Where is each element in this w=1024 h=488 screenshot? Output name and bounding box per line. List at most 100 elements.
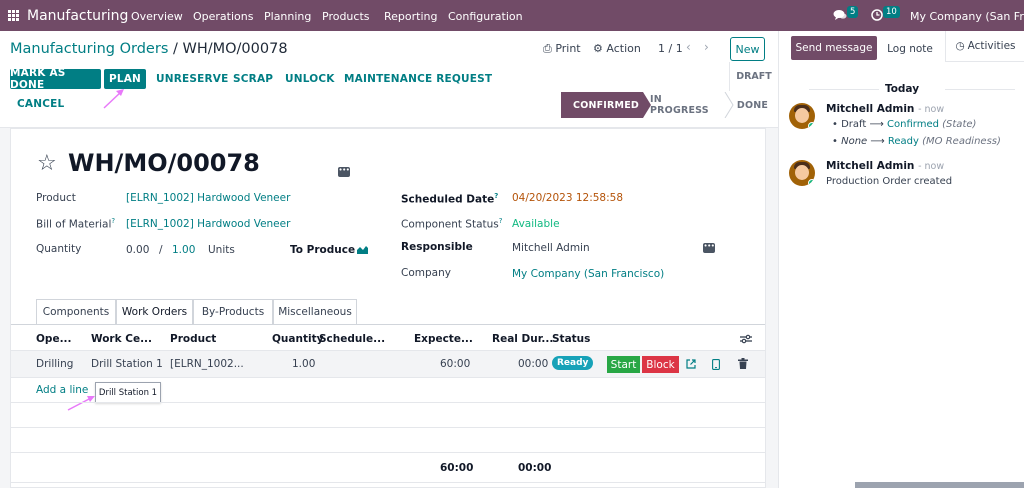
- company-switcher[interactable]: My Company (San Franc: [910, 10, 1024, 23]
- quantity-produced[interactable]: 0.00: [126, 244, 149, 256]
- chat-icon[interactable]: •••: [703, 243, 715, 253]
- gear-icon: ⚙: [593, 42, 603, 55]
- status-done[interactable]: DONE: [735, 92, 770, 118]
- row-operation[interactable]: Drilling: [36, 358, 73, 370]
- tracking-state: • Draft ⟶ Confirmed (State): [832, 119, 977, 130]
- activities-button[interactable]: ◷ Activities: [945, 31, 1024, 62]
- col-product[interactable]: Product: [170, 333, 216, 345]
- status-confirmed[interactable]: CONFIRMED: [566, 92, 646, 118]
- col-quantity[interactable]: Quantity: [272, 333, 323, 345]
- top-navbar: Manufacturing Overview Operations Planni…: [0, 0, 1024, 31]
- chevron-left-icon[interactable]: ‹: [686, 40, 691, 54]
- tab-by-products[interactable]: By-Products: [193, 299, 273, 324]
- trash-icon[interactable]: [738, 358, 748, 369]
- menu-reporting[interactable]: Reporting: [384, 10, 437, 23]
- col-operation[interactable]: Ope...: [36, 333, 72, 345]
- forecast-chart-icon[interactable]: [357, 245, 368, 254]
- send-message-button[interactable]: Send message: [791, 36, 877, 60]
- print-button[interactable]: ⎙ Print: [543, 42, 581, 56]
- col-scheduled[interactable]: Schedule...: [319, 333, 385, 345]
- tab-components[interactable]: Components: [36, 299, 116, 324]
- clock-icon[interactable]: [871, 9, 883, 21]
- menu-planning[interactable]: Planning: [264, 10, 311, 23]
- col-work-center[interactable]: Work Ce...: [91, 333, 152, 345]
- apps-grid-icon[interactable]: [8, 10, 19, 21]
- col-real-duration[interactable]: Real Dur...: [492, 333, 553, 345]
- row-work-center[interactable]: Drill Station 1: [91, 358, 163, 370]
- menu-products[interactable]: Products: [322, 10, 370, 23]
- product-value[interactable]: [ELRN_1002] Hardwood Veneer: [126, 192, 290, 204]
- date-separator: Today: [779, 83, 1024, 95]
- tablet-icon[interactable]: [712, 359, 720, 370]
- bullet-icon: •: [832, 119, 838, 130]
- app-name[interactable]: Manufacturing: [27, 8, 128, 24]
- thumbnail-strip: [855, 482, 1024, 488]
- chevron-right-icon[interactable]: ›: [704, 40, 709, 54]
- avatar[interactable]: [789, 160, 815, 186]
- responsible-value[interactable]: Mitchell Admin: [512, 242, 590, 254]
- row-real-duration[interactable]: 00:00: [518, 358, 548, 370]
- product-label: Product: [36, 192, 76, 204]
- quantity-uom: Units: [208, 244, 235, 256]
- quantity-label: Quantity: [36, 243, 82, 255]
- column-settings-icon[interactable]: [740, 334, 752, 344]
- message-author: Mitchell Admin - now: [826, 103, 945, 115]
- star-icon[interactable]: ☆: [37, 151, 57, 176]
- menu-operations[interactable]: Operations: [193, 10, 253, 23]
- external-link-icon[interactable]: [686, 359, 696, 369]
- responsible-label: Responsible: [401, 241, 473, 253]
- maintenance-request-button[interactable]: MAINTENANCE REQUEST: [344, 73, 492, 85]
- new-button[interactable]: New: [730, 37, 765, 61]
- status-in-progress[interactable]: IN PROGRESS: [650, 92, 722, 118]
- company-value[interactable]: My Company (San Francisco): [512, 268, 664, 280]
- tabs-divider: [11, 324, 765, 325]
- form-sheet: ☆ WH/MO/00078 ••• Product [ELRN_1002] Ha…: [10, 128, 766, 488]
- message-body: Production Order created: [826, 176, 953, 187]
- chat-icon[interactable]: •••: [338, 167, 350, 177]
- row-quantity[interactable]: 1.00: [292, 358, 315, 370]
- quantity-total[interactable]: 1.00: [172, 244, 195, 256]
- activities-count-badge: 10: [883, 6, 900, 18]
- tab-work-orders[interactable]: Work Orders: [116, 299, 193, 324]
- col-expected[interactable]: Expecte...: [414, 333, 473, 345]
- tracking-readiness: • None ⟶ Ready (MO Readiness): [832, 136, 1001, 147]
- breadcrumb-current: WH/MO/00078: [182, 41, 288, 57]
- row-expected-duration[interactable]: 60:00: [440, 358, 470, 370]
- row-product[interactable]: [ELRN_1002...: [170, 358, 244, 370]
- start-button[interactable]: Start: [607, 356, 640, 373]
- avatar[interactable]: [789, 103, 815, 129]
- online-status-icon: [808, 179, 815, 186]
- annotation-arrow-icon: [103, 89, 124, 109]
- bom-value[interactable]: [ELRN_1002] Hardwood Veneer: [126, 218, 290, 230]
- chatter-panel: Send message Log note ◷ Activities Today…: [778, 31, 1024, 488]
- unreserve-button[interactable]: UNRESERVE: [156, 73, 229, 85]
- clock-icon: ◷: [955, 40, 965, 52]
- unlock-button[interactable]: UNLOCK: [285, 73, 335, 85]
- breadcrumb-manufacturing-orders[interactable]: Manufacturing Orders: [10, 41, 168, 57]
- breadcrumb: Manufacturing Orders / WH/MO/00078: [10, 41, 288, 57]
- menu-configuration[interactable]: Configuration: [448, 10, 523, 23]
- quantity-separator: /: [159, 244, 163, 256]
- record-name: WH/MO/00078: [68, 149, 260, 177]
- cancel-button[interactable]: CANCEL: [17, 98, 64, 110]
- company-label: Company: [401, 267, 451, 279]
- messages-count-badge: 5: [847, 6, 859, 18]
- component-status-label: Component Status?: [401, 217, 503, 231]
- tab-miscellaneous[interactable]: Miscellaneous: [273, 299, 357, 324]
- action-button[interactable]: ⚙ Action: [593, 42, 641, 55]
- online-status-icon: [808, 122, 815, 129]
- log-note-button[interactable]: Log note: [877, 36, 943, 62]
- block-button[interactable]: Block: [642, 356, 679, 373]
- scrap-button[interactable]: SCRAP: [233, 73, 273, 85]
- status-draft[interactable]: DRAFT: [729, 62, 778, 91]
- col-status[interactable]: Status: [552, 333, 590, 345]
- menu-overview[interactable]: Overview: [131, 10, 183, 23]
- total-expected-duration: 60:00: [440, 462, 474, 474]
- scheduled-date-value[interactable]: 04/20/2023 12:58:58: [512, 192, 623, 204]
- mark-as-done-button[interactable]: MARK AS DONE: [10, 67, 101, 91]
- component-status-value: Available: [512, 218, 560, 230]
- work-center-tooltip: Drill Station 1: [95, 382, 161, 403]
- scheduled-date-label: Scheduled Date?: [401, 192, 499, 206]
- messages-icon[interactable]: [833, 9, 847, 21]
- pager-value[interactable]: 1 / 1: [658, 42, 683, 55]
